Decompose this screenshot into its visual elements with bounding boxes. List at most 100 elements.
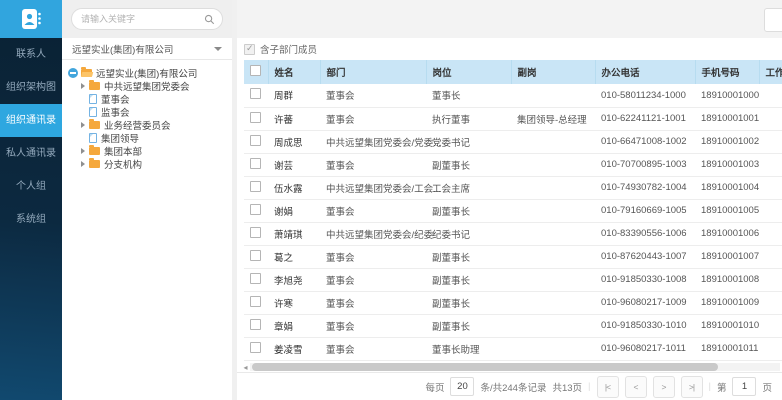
table-row[interactable]: 谢娟董事会副董事长010-79160669-100518910001005: [244, 199, 782, 222]
company-select[interactable]: 远望实业(集团)有限公司: [62, 38, 232, 60]
tree-node[interactable]: 集团本部: [68, 144, 230, 157]
column-header: 姓名: [268, 60, 320, 84]
row-checkbox[interactable]: [250, 112, 261, 123]
include-sub-dept-checkbox[interactable]: [244, 44, 255, 55]
table-row[interactable]: 周成思中共远望集团党委会/党委...党委书记010-66471008-10021…: [244, 130, 782, 153]
table-cell: 18910001001: [695, 107, 759, 130]
row-checkbox[interactable]: [250, 158, 261, 169]
search-box[interactable]: [71, 8, 223, 30]
tree-node[interactable]: 远望实业(集团)有限公司: [68, 66, 230, 79]
table-row[interactable]: 李旭尧董事会副董事长010-91850330-100818910001008: [244, 268, 782, 291]
table-cell: 010-58011234-1000: [595, 84, 695, 107]
expand-arrow-icon[interactable]: [81, 122, 85, 128]
table-cell: [511, 84, 595, 107]
table-row[interactable]: 伍水露中共远望集团党委会/工会...工会主席010-74930782-10041…: [244, 176, 782, 199]
scroll-left-icon[interactable]: ◂: [241, 363, 250, 372]
search-band: [62, 0, 232, 38]
tree-node[interactable]: 中共远望集团党委会: [68, 79, 230, 92]
last-page-button[interactable]: >|: [681, 376, 703, 398]
table-row[interactable]: 谢芸董事会副董事长010-70700895-100318910001003: [244, 153, 782, 176]
table-cell: 董事会: [320, 84, 426, 107]
table-row[interactable]: 许寒董事会副董事长010-96080217-100918910001009: [244, 291, 782, 314]
sidebar-item[interactable]: 系统组: [0, 203, 62, 236]
table-cell: 18910001011: [695, 337, 759, 360]
table-cell: 18910001003: [695, 153, 759, 176]
row-checkbox[interactable]: [250, 227, 261, 238]
table-cell: 中共远望集团党委会/纪委: [320, 222, 426, 245]
scrollbar-thumb[interactable]: [252, 363, 718, 371]
sidebar-item[interactable]: 组织架构图: [0, 71, 62, 104]
row-checkbox[interactable]: [250, 342, 261, 353]
tree-node-label: 监事会: [101, 105, 130, 119]
table-row[interactable]: 萧靖琪中共远望集团党委会/纪委纪委书记010-83390556-10061891…: [244, 222, 782, 245]
table-cell: 纪委书记: [426, 222, 511, 245]
table-row[interactable]: 许蕃董事会执行董事集团领导-总经理010-62241121-1001189100…: [244, 107, 782, 130]
page-label-suffix: 页: [762, 380, 772, 394]
row-checkbox[interactable]: [250, 273, 261, 284]
include-sub-dept-label: 含子部门成员: [260, 42, 317, 56]
per-page-input[interactable]: [450, 377, 474, 396]
sidebar-item[interactable]: 私人通讯录: [0, 137, 62, 170]
column-header: 岗位: [426, 60, 511, 84]
table-row[interactable]: 章娟董事会副董事长010-91850330-101018910001010: [244, 314, 782, 337]
file-icon: [89, 94, 97, 104]
row-checkbox[interactable]: [250, 296, 261, 307]
row-checkbox[interactable]: [250, 204, 261, 215]
table-row[interactable]: 葛之董事会副董事长010-87620443-100718910001007: [244, 245, 782, 268]
page-number-input[interactable]: [732, 377, 756, 396]
table-cell: 副董事长: [426, 268, 511, 291]
page-label-prefix: 第: [717, 380, 727, 394]
table-cell: 中共远望集团党委会/工会...: [320, 176, 426, 199]
sidebar-item[interactable]: 个人组: [0, 170, 62, 203]
sidebar-item[interactable]: 组织通讯录: [0, 104, 62, 137]
expand-arrow-icon[interactable]: [81, 83, 85, 89]
expand-arrow-icon[interactable]: [81, 148, 85, 154]
next-page-button[interactable]: >: [653, 376, 675, 398]
file-icon: [89, 107, 97, 117]
table-cell: 葛之: [268, 245, 320, 268]
table-cell: [759, 84, 782, 107]
table-cell: [759, 291, 782, 314]
prev-page-button[interactable]: <: [625, 376, 647, 398]
table-cell: 李旭尧: [268, 268, 320, 291]
footer-divider: |: [709, 381, 711, 392]
table-row[interactable]: 周群董事会董事长010-58011234-100018910001000: [244, 84, 782, 107]
table-cell: 010-83390556-1006: [595, 222, 695, 245]
search-input[interactable]: [79, 13, 204, 25]
table-cell: [511, 245, 595, 268]
folder-icon: [89, 147, 100, 155]
app-logo[interactable]: [0, 0, 62, 38]
app-sidebar: 联系人组织架构图组织通讯录私人通讯录个人组系统组: [0, 0, 62, 400]
search-icon[interactable]: [204, 14, 215, 25]
tree-node[interactable]: 分支机构: [68, 157, 230, 170]
table-cell: 董事长助理: [426, 337, 511, 360]
row-checkbox[interactable]: [250, 250, 261, 261]
table-cell: 谢娟: [268, 199, 320, 222]
column-header: 副岗: [511, 60, 595, 84]
table-cell: [759, 199, 782, 222]
toolbar-partial-button[interactable]: [764, 8, 782, 32]
tree-node[interactable]: 董事会: [68, 92, 230, 105]
sidebar-item[interactable]: 联系人: [0, 38, 62, 71]
table-cell: 18910001000: [695, 84, 759, 107]
tree-node[interactable]: 监事会: [68, 105, 230, 118]
tree-node[interactable]: 业务经营委员会: [68, 118, 230, 131]
table-cell: 章娟: [268, 314, 320, 337]
expand-arrow-icon[interactable]: [81, 161, 85, 167]
row-checkbox[interactable]: [250, 135, 261, 146]
row-checkbox[interactable]: [250, 88, 261, 99]
expand-arrow-slot: [81, 148, 89, 154]
table-cell: 萧靖琪: [268, 222, 320, 245]
tree-node[interactable]: 集团领导: [68, 131, 230, 144]
table-cell: [511, 268, 595, 291]
row-checkbox[interactable]: [250, 181, 261, 192]
table-body: 周群董事会董事长010-58011234-100018910001000许蕃董事…: [244, 84, 782, 360]
row-checkbox[interactable]: [250, 319, 261, 330]
select-all-checkbox[interactable]: [250, 65, 261, 76]
table-row[interactable]: 姜凌雪董事会董事长助理010-96080217-101118910001011: [244, 337, 782, 360]
collapse-icon[interactable]: [68, 68, 78, 78]
scrollbar-track[interactable]: [250, 363, 780, 371]
first-page-button[interactable]: |<: [597, 376, 619, 398]
table-cell: 010-70700895-1003: [595, 153, 695, 176]
chevron-down-icon: [214, 47, 222, 51]
